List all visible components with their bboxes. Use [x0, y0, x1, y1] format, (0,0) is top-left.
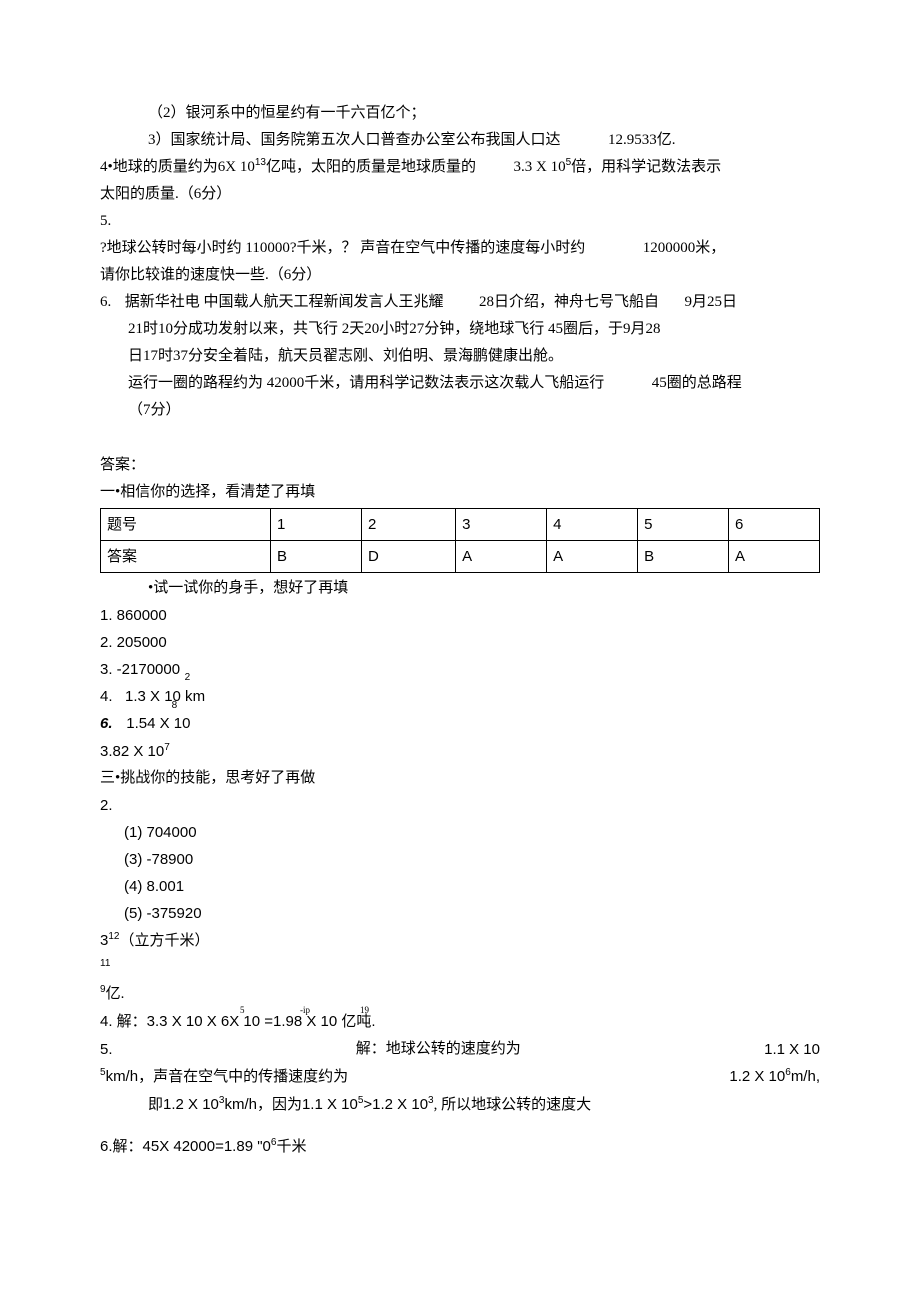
- b2-4: (4) 8.001: [100, 873, 820, 900]
- c9yi: 亿.: [106, 986, 125, 1002]
- d5-g: 即1.2 X 10: [148, 1096, 219, 1113]
- q4-sup1: 13: [255, 157, 266, 168]
- c312-txt: （立方千米）: [119, 933, 209, 949]
- td-1: B: [270, 541, 361, 573]
- c9yi-line: 9亿.: [100, 981, 820, 1008]
- ans-382-sup: 7: [164, 742, 170, 753]
- q2-3-a: 3）国家统计局、国务院第五次人口普查办公室公布我国人口达: [148, 132, 561, 148]
- th-1: 1: [270, 509, 361, 541]
- section3-title: 三•挑战你的技能，思考好了再做: [100, 765, 820, 792]
- q2-3-b: 12.9533亿.: [608, 132, 676, 148]
- td-3: A: [456, 541, 547, 573]
- d5-d: km/h，声音在空气中的传播速度约为: [106, 1068, 349, 1085]
- q5-line1: ?地球公转时每小时约 110000?千米，？ 声音在空气中传播的速度每小时约 1…: [100, 235, 820, 262]
- d5-right: 1.2 X 106m/h,: [729, 1063, 820, 1091]
- th-num: 题号: [101, 509, 271, 541]
- section2-title: •试一试你的身手，想好了再填: [100, 575, 820, 602]
- d5-i: >1.2 X 10: [363, 1096, 428, 1113]
- q4-c: 3.3 X 10: [513, 159, 565, 175]
- ans-4: 4. 1.3 X 10 k2m: [100, 683, 820, 710]
- td-ans: 答案: [101, 541, 271, 573]
- d5-f: m/h,: [791, 1068, 820, 1085]
- q4-line1: 4•地球的质量约为6X 1013亿吨，太阳的质量是地球质量的 3.3 X 105…: [100, 154, 820, 181]
- d5-line2: 5km/h，声音在空气中的传播速度约为 1.2 X 106m/h,: [100, 1063, 820, 1091]
- td-2: D: [361, 541, 455, 573]
- d5-left: 5km/h，声音在空气中的传播速度约为: [100, 1063, 348, 1091]
- d5-line1: 5. 解：地球公转的速度约为 1.1 X 10: [100, 1036, 820, 1063]
- td-6: A: [729, 541, 820, 573]
- b2-3: (3) -78900: [100, 846, 820, 873]
- b2-1: (1) 704000: [100, 819, 820, 846]
- q4-d: 倍，用科学记数法表示: [571, 159, 721, 175]
- answers-label: 答案：: [100, 452, 820, 479]
- q4-a: 4•地球的质量约为6X 10: [100, 159, 255, 175]
- q6-line2: 21时10分成功发射以来，共飞行 2天20小时27分钟，绕地球飞行 45圈后，于…: [100, 316, 820, 343]
- c312-sup: 12: [108, 931, 119, 942]
- table-row: 题号 1 2 3 4 5 6: [101, 509, 820, 541]
- q6-line4: 运行一圈的路程约为 42000千米，请用科学记数法表示这次载人飞船运行 45圈的…: [100, 370, 820, 397]
- d4-s3: 19: [360, 1002, 369, 1018]
- b2-5: (5) -375920: [100, 900, 820, 927]
- ans-2: 2. 205000: [100, 629, 820, 656]
- table-row: 答案 B D A A B A: [101, 541, 820, 573]
- q6-c: 9月25日: [685, 294, 738, 310]
- d5-a: 5.: [100, 1036, 113, 1063]
- q5-b: 1200000米，: [643, 240, 726, 256]
- q6-a: 据新华社电 中国载人航天工程新闻发言人王兆耀: [125, 294, 444, 310]
- td-4: A: [547, 541, 638, 573]
- c312-line: 312（立方千米）: [100, 927, 820, 955]
- ans-6: 6. 1.54 X8 10: [100, 710, 820, 738]
- d4-line: 5 -ip 19 4. 解：3.3 X 10 X 6X 10 =1.98 X 1…: [100, 1008, 820, 1036]
- d4-a: 4. 解：3.3 X 10 X 6X 10 =1.98 X 10 亿吨.: [100, 1013, 376, 1030]
- d5-line3: 即1.2 X 103km/h，因为1.1 X 105>1.2 X 103, 所以…: [100, 1091, 820, 1119]
- answer-table: 题号 1 2 3 4 5 6 答案 B D A A B A: [100, 508, 820, 573]
- d5-b: 解：地球公转的速度约为: [113, 1036, 765, 1063]
- d5-h: km/h，因为1.1 X 10: [224, 1096, 357, 1113]
- d6-line: 6.解：45X 42000=1.89 "06千米: [100, 1133, 820, 1161]
- d6-b: 千米: [276, 1139, 306, 1155]
- th-6: 6: [729, 509, 820, 541]
- d6-a: 6.解：45X 42000=1.89 "0: [100, 1138, 271, 1155]
- q5-line2: 请你比较谁的速度快一些.（6分）: [100, 262, 820, 289]
- section1-title: 一•相信你的选择，看清楚了再填: [100, 479, 820, 506]
- q4-b: 亿吨，太阳的质量是地球质量的: [266, 159, 476, 175]
- q6-line3: 日17时37分安全着陆，航天员翟志刚、刘伯明、景海鹏健康出舱。: [100, 343, 820, 370]
- q6-line1: 6. 据新华社电 中国载人航天工程新闻发言人王兆耀 28日介绍，神舟七号飞船自 …: [100, 289, 820, 316]
- d4-s1: 5: [240, 1002, 245, 1018]
- b2-label: 2.: [100, 792, 820, 819]
- c11-line: 11: [100, 955, 820, 973]
- th-4: 4: [547, 509, 638, 541]
- q4-line2: 太阳的质量.（6分）: [100, 181, 820, 208]
- ans-1: 1. 860000: [100, 602, 820, 629]
- ans-6-num: 6.: [100, 715, 113, 732]
- d4-s2: -ip: [300, 1002, 310, 1018]
- q5-a: ?地球公转时每小时约 110000?千米，？ 声音在空气中传播的速度每小时约: [100, 240, 585, 256]
- th-3: 3: [456, 509, 547, 541]
- q6-label: 6.: [100, 294, 111, 310]
- ans-3: 3. -2170000: [100, 656, 820, 683]
- q2-3-line: 3）国家统计局、国务院第五次人口普查办公室公布我国人口达 12.9533亿.: [100, 127, 820, 154]
- ans-6-a: 1.54 X: [126, 715, 169, 732]
- ans-382-a: 3.82 X 10: [100, 743, 164, 760]
- q6-b: 28日介绍，神舟七号飞船自: [479, 294, 659, 310]
- td-5: B: [638, 541, 729, 573]
- th-5: 5: [638, 509, 729, 541]
- q5-label: 5.: [100, 208, 820, 235]
- q6-f: 运行一圈的路程约为 42000千米，请用科学记数法表示这次载人飞船运行: [128, 375, 604, 391]
- q6-g: 45圈的总路程: [652, 375, 742, 391]
- d5-e: 1.2 X 10: [729, 1068, 785, 1085]
- d5-j: , 所以地球公转的速度大: [434, 1097, 592, 1113]
- d5-c: 1.1 X 10: [764, 1036, 820, 1063]
- q2-2-text: （2）银河系中的恒星约有一千六百亿个；: [100, 100, 820, 127]
- ans-382: 3.82 X 107: [100, 738, 820, 765]
- q6-line5: （7分）: [100, 397, 820, 424]
- th-2: 2: [361, 509, 455, 541]
